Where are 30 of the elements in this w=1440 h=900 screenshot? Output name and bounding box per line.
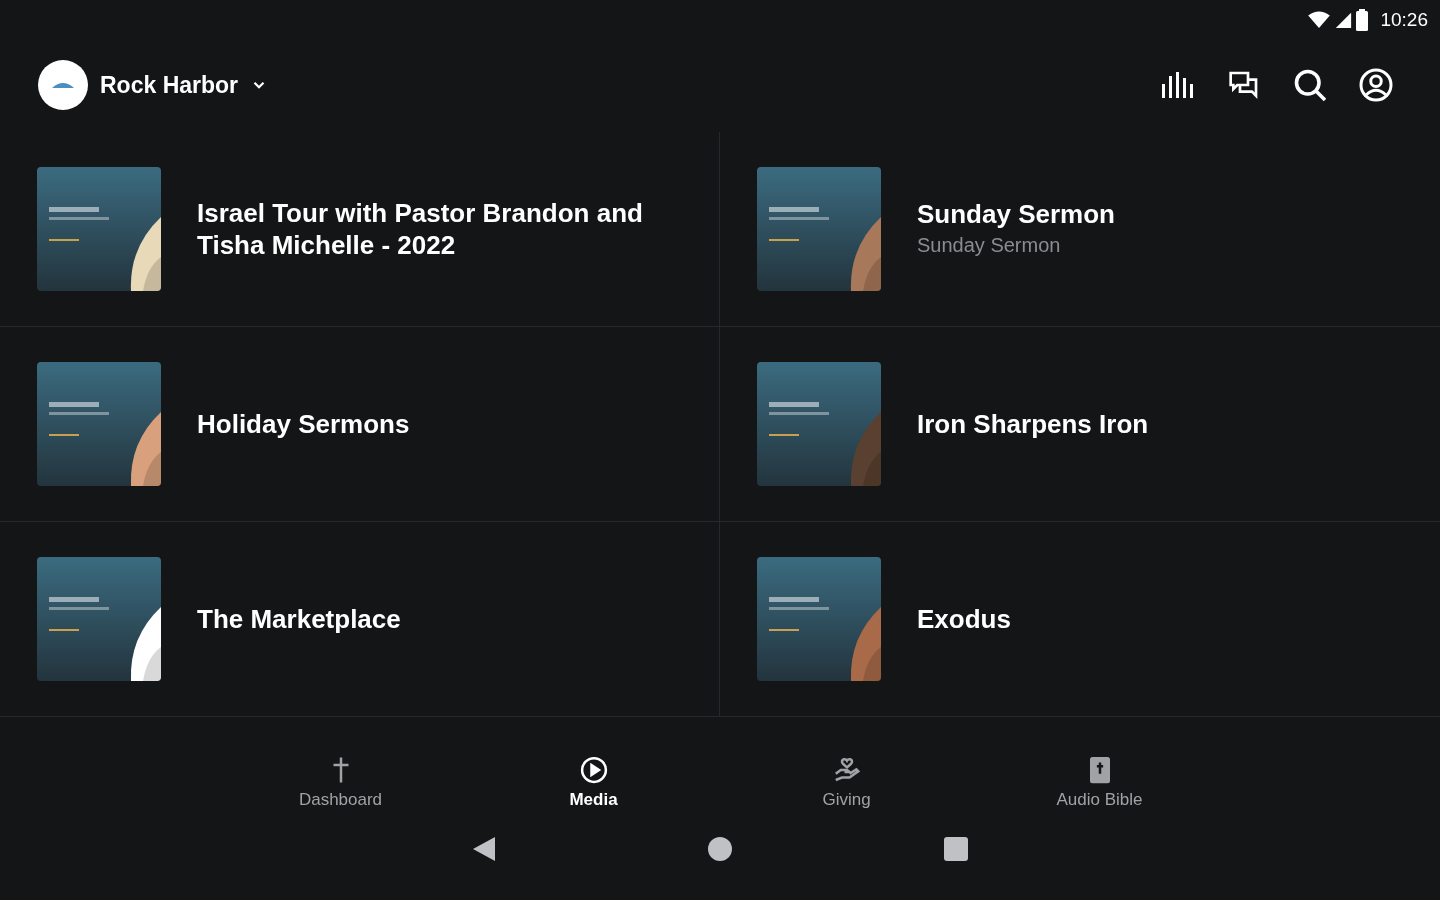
battery-icon (1356, 9, 1369, 31)
audio-bars-icon[interactable] (1160, 70, 1196, 100)
church-logo-icon (38, 60, 88, 110)
search-icon[interactable] (1292, 67, 1328, 103)
media-title: Sunday Sermon (917, 198, 1115, 230)
church-selector[interactable]: Rock Harbor (38, 60, 269, 110)
media-title: Exodus (917, 603, 1011, 635)
media-item[interactable]: Sunday Sermon Sunday Sermon (720, 132, 1440, 327)
account-icon[interactable] (1358, 67, 1394, 103)
media-item[interactable]: Iron Sharpens Iron (720, 327, 1440, 522)
status-time: 10:26 (1380, 7, 1428, 32)
media-subtitle: Sunday Sermon (917, 233, 1062, 258)
media-item[interactable]: The Marketplace (0, 522, 720, 717)
media-title: Israel Tour with Pastor Brandon and Tisha Michelle - 2022 (197, 197, 644, 261)
home-icon[interactable] (707, 835, 733, 862)
media-item[interactable]: Israel Tour with Pastor Brandon and Tisha Michelle - 2022 (0, 132, 720, 327)
signal-icon (1334, 11, 1353, 29)
media-title: The Marketplace (197, 603, 401, 635)
media-title: Holiday Sermons (197, 408, 410, 440)
media-item[interactable]: Holiday Sermons (0, 327, 720, 522)
play-icon (578, 755, 609, 785)
nav-tab[interactable]: Audio Bible (1029, 755, 1170, 813)
wifi-icon (1308, 11, 1331, 29)
media-item[interactable]: Exodus (720, 522, 1440, 717)
nav-tab[interactable]: Dashboard (270, 755, 411, 813)
nav-tab[interactable]: Media (523, 755, 664, 813)
back-icon[interactable] (471, 834, 497, 863)
nav-tab[interactable]: Giving (776, 755, 917, 813)
media-title: Iron Sharpens Iron (917, 408, 1149, 440)
recents-icon[interactable] (943, 835, 969, 862)
